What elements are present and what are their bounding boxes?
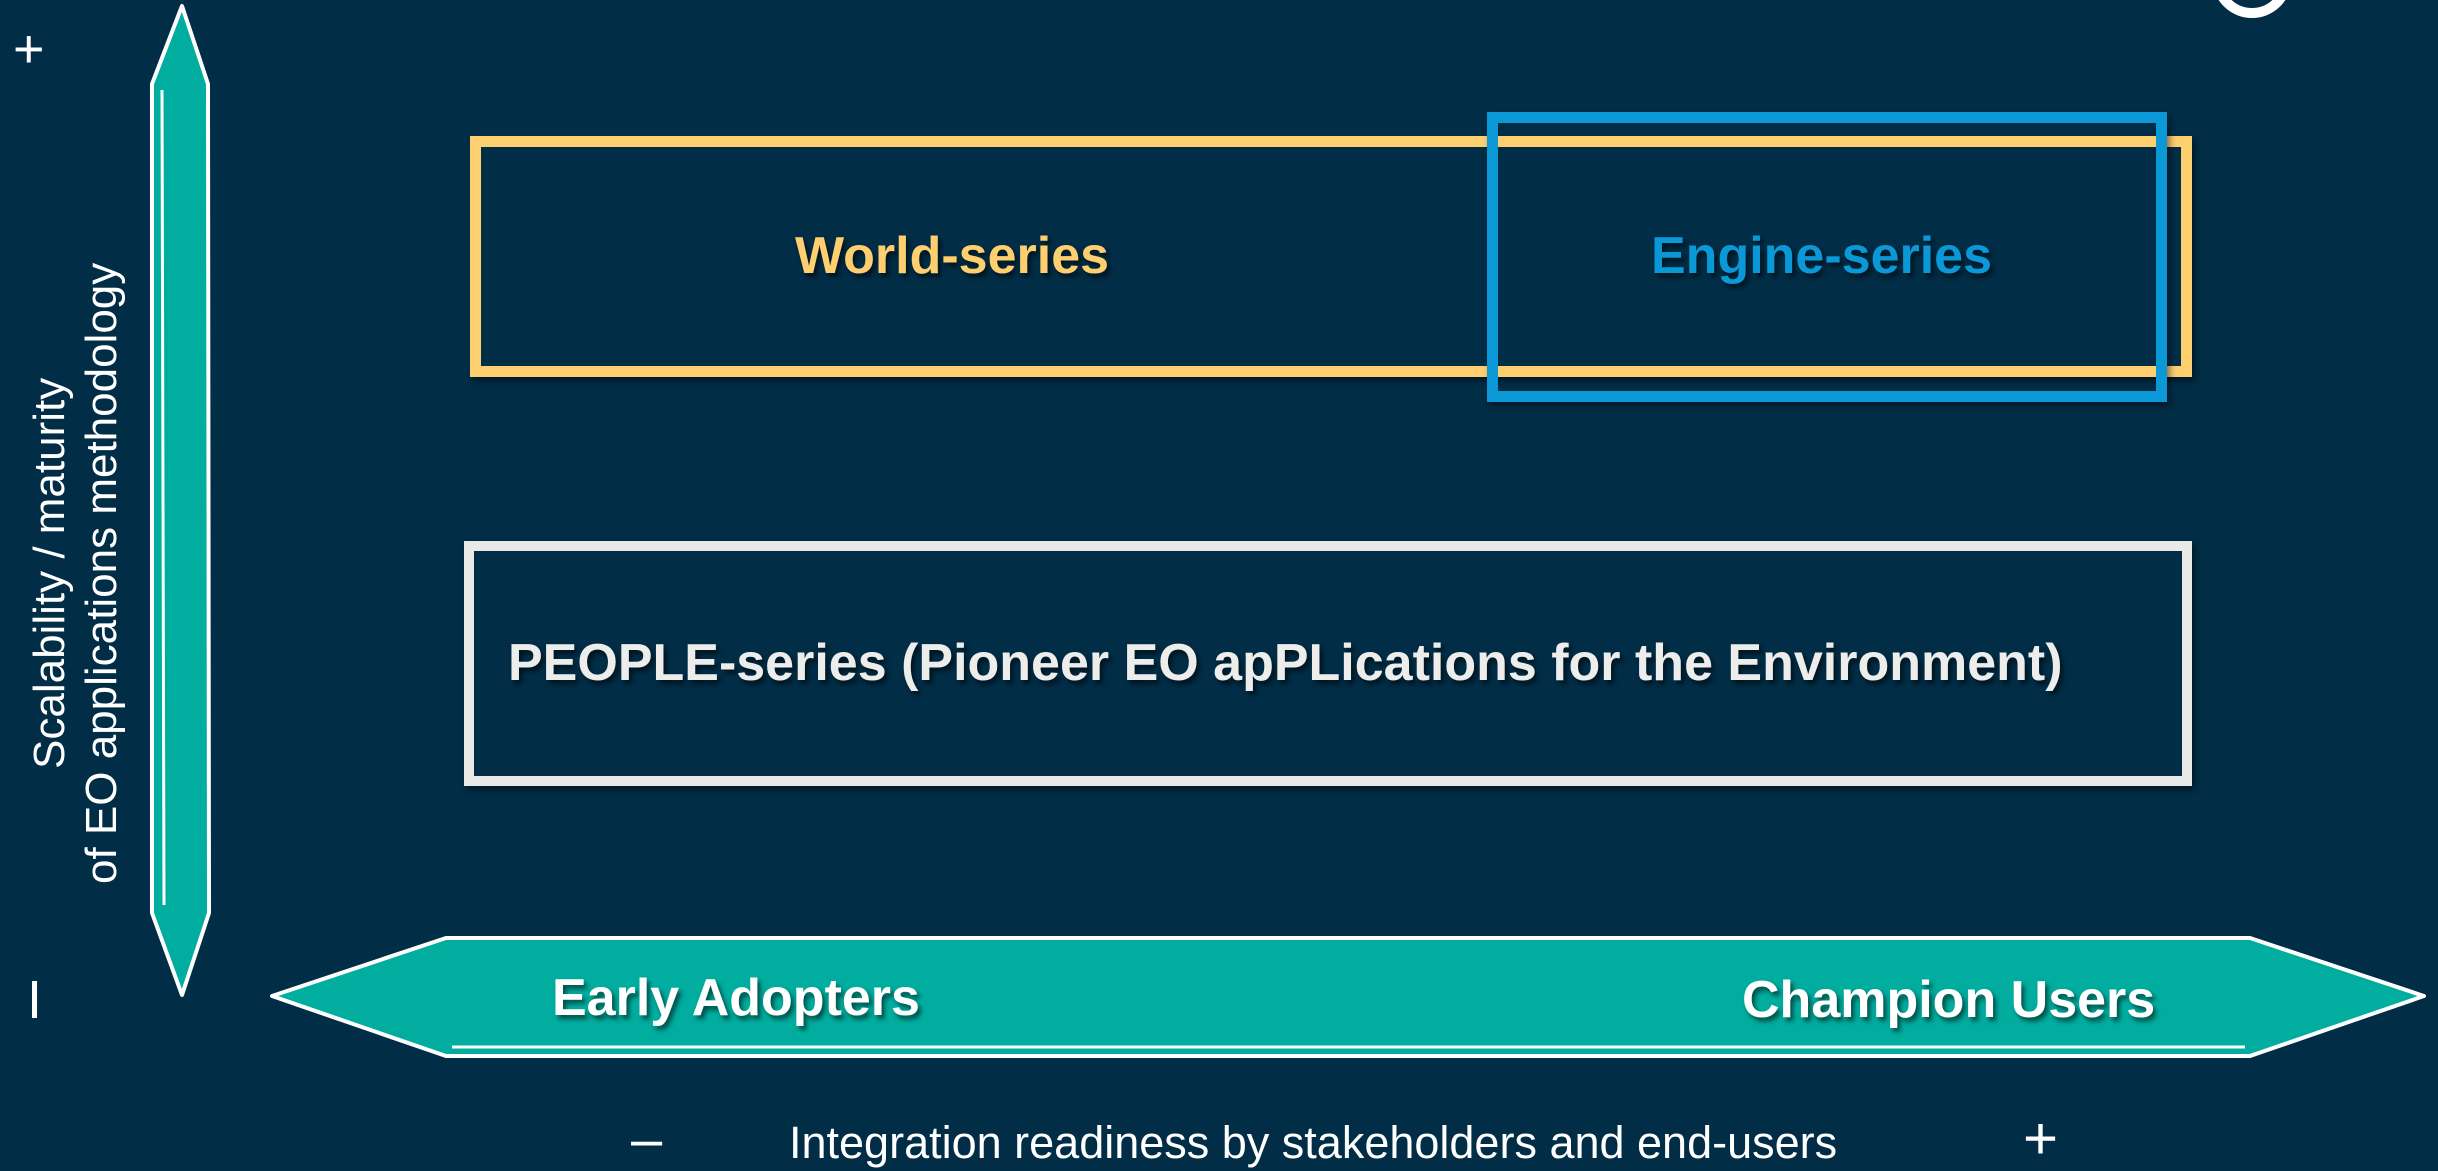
diagram-canvas: World-series Engine-series PEOPLE-series… [0,0,2438,1171]
world-series-label: World-series [795,227,1110,285]
x-axis-minus: – [631,1107,663,1170]
y-axis-label: Scalability / maturity of EO application… [24,263,128,884]
y-axis-arrow [150,4,211,997]
people-series-label: PEOPLE-series (Pioneer EO apPLications f… [508,634,2063,692]
y-axis-minus: I [27,970,43,1030]
y-axis-label-line2: of EO applications methodology [77,262,126,884]
y-axis-label-line1: Scalability / maturity [25,377,74,769]
y-axis-arrow-highlight [160,89,166,906]
y-axis-plus: + [13,19,45,79]
x-axis-plus: + [2023,1105,2059,1171]
champion-users-label: Champion Users [1742,971,2156,1029]
x-axis-label: Integration readiness by stakeholders an… [789,1117,1838,1168]
early-adopters-label: Early Adopters [552,969,920,1027]
engine-series-label: Engine-series [1651,227,1993,285]
